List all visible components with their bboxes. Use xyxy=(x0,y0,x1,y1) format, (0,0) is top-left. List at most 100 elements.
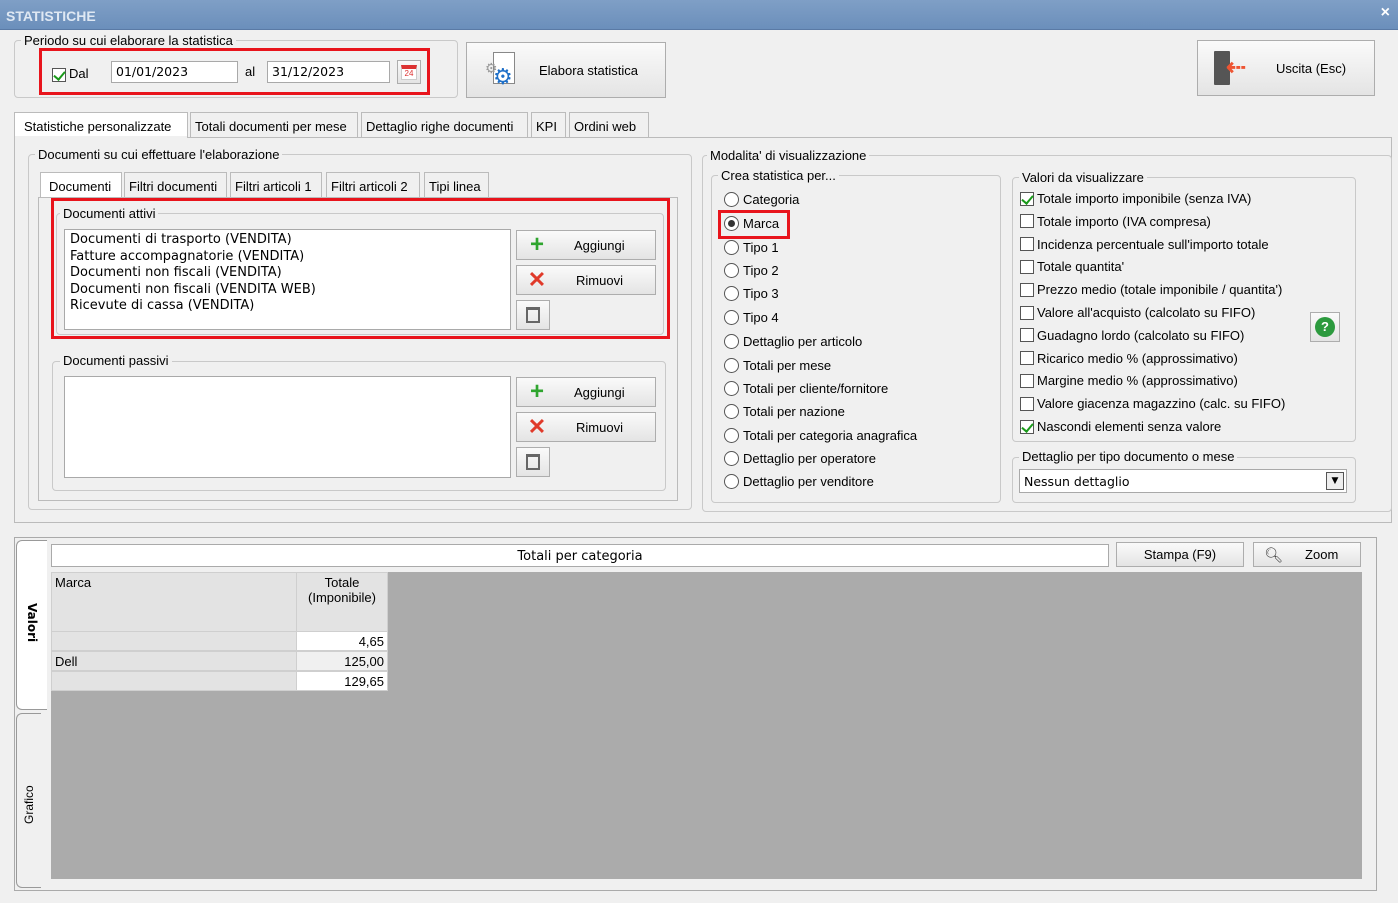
trash-passivi-button[interactable] xyxy=(516,447,550,477)
valori-option[interactable]: Totale importo imponibile (senza IVA) xyxy=(1020,191,1251,206)
radio-button[interactable] xyxy=(724,358,739,373)
checkbox[interactable] xyxy=(1020,351,1034,366)
valori-option[interactable]: Ricarico medio % (approssimativo) xyxy=(1020,351,1238,366)
radio-button[interactable] xyxy=(724,404,739,419)
radio-button[interactable] xyxy=(724,428,739,443)
tab-documenti[interactable]: Documenti xyxy=(40,172,122,198)
row-marca-cell[interactable] xyxy=(51,671,297,691)
list-item[interactable]: Documenti non fiscali (VENDITA) xyxy=(70,265,505,282)
documenti-passivi-list[interactable] xyxy=(64,376,511,478)
tab-filtri-documenti[interactable]: Filtri documenti xyxy=(124,172,227,197)
checkbox[interactable] xyxy=(1020,396,1034,411)
valori-option[interactable]: Guadagno lordo (calcolato su FIFO) xyxy=(1020,328,1244,343)
checkbox[interactable] xyxy=(1020,328,1034,343)
results-grid: Marca Totale (Imponibile) 4,65 Dell 125,00… xyxy=(51,572,1362,879)
side-tab-valori[interactable]: Valori xyxy=(16,540,47,710)
radio-button[interactable] xyxy=(724,263,739,278)
radio-tipo-1[interactable]: Tipo 1 xyxy=(724,240,779,255)
elabora-statistica-button[interactable]: ⚙ ⚙ Elabora statistica xyxy=(466,42,666,98)
radio-dettaglio-per-venditore[interactable]: Dettaglio per venditore xyxy=(724,474,874,489)
documenti-attivi-list[interactable]: Documenti di trasporto (VENDITA) Fatture… xyxy=(64,229,511,330)
dettaglio-select[interactable]: Nessun dettaglio ▼ xyxy=(1019,469,1347,493)
list-item[interactable]: Fatture accompagnatorie (VENDITA) xyxy=(70,249,505,266)
radio-marca[interactable]: Marca xyxy=(724,216,779,231)
checkbox[interactable] xyxy=(1020,259,1034,274)
row-totale-cell[interactable]: 125,00 xyxy=(296,651,388,671)
chevron-down-icon[interactable]: ▼ xyxy=(1326,472,1344,490)
radio-totali-per-mese[interactable]: Totali per mese xyxy=(724,358,831,373)
radio-tipo-3[interactable]: Tipo 3 xyxy=(724,286,779,301)
valori-option[interactable]: Incidenza percentuale sull'importo total… xyxy=(1020,237,1269,252)
checkbox[interactable] xyxy=(1020,191,1034,206)
radio-categoria[interactable]: Categoria xyxy=(724,192,799,207)
tab-ordini-web[interactable]: Ordini web xyxy=(569,112,649,137)
valori-option[interactable]: Valore giacenza magazzino (calc. su FIFO… xyxy=(1020,396,1285,411)
valori-option[interactable]: Margine medio % (approssimativo) xyxy=(1020,373,1238,388)
tab-tipi-linea[interactable]: Tipi linea xyxy=(424,172,489,197)
checkbox[interactable] xyxy=(1020,305,1034,320)
tab-statistiche-personalizzate[interactable]: Statistiche personalizzate xyxy=(14,112,188,138)
checkbox-label: Prezzo medio (totale imponibile / quanti… xyxy=(1037,282,1283,298)
valori-option[interactable]: Valore all'acquisto (calcolato su FIFO) xyxy=(1020,305,1255,320)
radio-label: Categoria xyxy=(743,192,800,207)
radio-tipo-4[interactable]: Tipo 4 xyxy=(724,310,779,325)
stampa-button[interactable]: Stampa (F9) xyxy=(1116,542,1244,567)
main-tabs: Statistiche personalizzate Totali docume… xyxy=(14,112,714,138)
uscita-button[interactable]: ⇠ Uscita (Esc) xyxy=(1197,40,1375,96)
valori-option[interactable]: Totale importo (IVA compresa) xyxy=(1020,214,1211,229)
radio-button[interactable] xyxy=(724,286,739,301)
tab-kpi[interactable]: KPI xyxy=(531,112,566,137)
list-item[interactable]: Ricevute di cassa (VENDITA) xyxy=(70,298,505,315)
aggiungi-passivi-button[interactable]: + Aggiungi xyxy=(516,377,656,407)
checkbox[interactable] xyxy=(1020,282,1034,297)
tab-filtri-articoli-1[interactable]: Filtri articoli 1 xyxy=(230,172,322,197)
zoom-button[interactable]: 🔍︎ Zoom xyxy=(1253,542,1361,567)
radio-button[interactable] xyxy=(724,192,739,207)
aggiungi-attivi-button[interactable]: + Aggiungi xyxy=(516,230,656,260)
checkbox[interactable] xyxy=(1020,419,1034,434)
row-totale-cell[interactable]: 4,65 xyxy=(296,631,388,651)
column-header-totale[interactable]: Totale (Imponibile) xyxy=(296,572,388,632)
valori-option[interactable]: Totale quantita' xyxy=(1020,259,1124,274)
radio-button[interactable] xyxy=(724,451,739,466)
radio-button[interactable] xyxy=(724,474,739,489)
radio-totali-per-cliente-fornitore[interactable]: Totali per cliente/fornitore xyxy=(724,381,888,396)
calendar-button[interactable]: 24 xyxy=(397,60,421,84)
exit-icon: ⇠ xyxy=(1212,49,1248,87)
radio-button[interactable] xyxy=(724,334,739,349)
row-totale-cell[interactable]: 129,65 xyxy=(296,671,388,691)
rimuovi-passivi-button[interactable]: ✕ Rimuovi xyxy=(516,412,656,442)
radio-totali-per-categoria-anagrafica[interactable]: Totali per categoria anagrafica xyxy=(724,428,917,443)
rimuovi-attivi-button[interactable]: ✕ Rimuovi xyxy=(516,265,656,295)
list-item[interactable]: Documenti non fiscali (VENDITA WEB) xyxy=(70,282,505,299)
list-item[interactable]: Documenti di trasporto (VENDITA) xyxy=(70,232,505,249)
tab-dettaglio-righe-documenti[interactable]: Dettaglio righe documenti xyxy=(361,112,528,137)
radio-totali-per-nazione[interactable]: Totali per nazione xyxy=(724,404,845,419)
close-button[interactable]: × xyxy=(1381,4,1390,22)
radio-button[interactable] xyxy=(724,381,739,396)
row-marca-cell[interactable]: Dell xyxy=(51,651,297,671)
tab-filtri-articoli-2[interactable]: Filtri articoli 2 xyxy=(326,172,420,197)
valori-option[interactable]: Nascondi elementi senza valore xyxy=(1020,419,1221,434)
plus-icon: + xyxy=(529,231,544,258)
help-button[interactable]: ? xyxy=(1310,312,1340,342)
valori-option[interactable]: Prezzo medio (totale imponibile / quanti… xyxy=(1020,282,1282,297)
trash-attivi-button[interactable] xyxy=(516,300,550,330)
radio-dettaglio-per-operatore[interactable]: Dettaglio per operatore xyxy=(724,451,876,466)
radio-button[interactable] xyxy=(724,310,739,325)
checkbox[interactable] xyxy=(1020,373,1034,388)
column-header-marca[interactable]: Marca xyxy=(51,572,297,632)
radio-button[interactable] xyxy=(724,216,739,231)
radio-button[interactable] xyxy=(724,240,739,255)
side-tab-grafico[interactable]: Grafico xyxy=(16,713,41,888)
checkbox[interactable] xyxy=(1020,214,1034,229)
tab-totali-documenti-per-mese[interactable]: Totali documenti per mese xyxy=(190,112,358,137)
date-to-input[interactable]: 31/12/2023 xyxy=(267,61,390,83)
row-marca-cell[interactable] xyxy=(51,631,297,651)
radio-tipo-2[interactable]: Tipo 2 xyxy=(724,263,779,278)
dal-checkbox[interactable] xyxy=(52,67,66,82)
date-from-input[interactable]: 01/01/2023 xyxy=(111,61,238,83)
results-header: Totali per categoria xyxy=(51,544,1109,567)
radio-dettaglio-per-articolo[interactable]: Dettaglio per articolo xyxy=(724,334,862,349)
checkbox[interactable] xyxy=(1020,237,1034,252)
